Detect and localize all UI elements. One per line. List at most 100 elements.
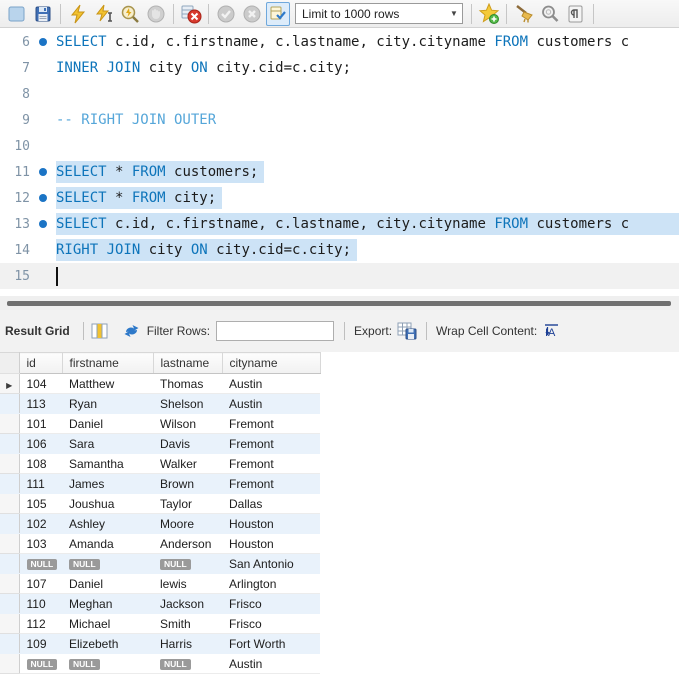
cell-lastname[interactable]: NULL [153, 554, 222, 574]
cell-id[interactable]: 111 [19, 474, 62, 494]
cell-lastname[interactable]: Davis [153, 434, 222, 454]
row-selector[interactable] [0, 494, 19, 514]
cell-id[interactable]: 108 [19, 454, 62, 474]
row-selector[interactable] [0, 594, 19, 614]
cell-cityname[interactable]: Fort Worth [222, 634, 320, 654]
cell-firstname[interactable]: Samantha [62, 454, 153, 474]
row-selector-header[interactable] [0, 353, 19, 374]
row-selector[interactable] [0, 654, 19, 674]
execute-icon[interactable] [66, 2, 90, 26]
column-header-firstname[interactable]: firstname [62, 353, 153, 374]
editor-line-14[interactable]: 14RIGHT JOIN city ON city.cid=c.city; [0, 237, 679, 263]
cell-firstname[interactable]: Amanda [62, 534, 153, 554]
cell-lastname[interactable]: Walker [153, 454, 222, 474]
filter-rows-input[interactable] [216, 321, 334, 341]
editor-line-10[interactable]: 10 [0, 133, 679, 159]
cell-id[interactable]: 109 [19, 634, 62, 654]
save-icon[interactable] [31, 2, 55, 26]
cell-id[interactable]: 107 [19, 574, 62, 594]
panel-splitter-handle[interactable] [7, 301, 671, 306]
find-icon[interactable] [538, 2, 562, 26]
cell-id[interactable]: 110 [19, 594, 62, 614]
cell-lastname[interactable]: Shelson [153, 394, 222, 414]
cell-cityname[interactable]: Frisco [222, 594, 320, 614]
grid-icon[interactable] [89, 321, 111, 341]
cell-id[interactable]: 103 [19, 534, 62, 554]
row-selector[interactable] [0, 414, 19, 434]
refresh-icon[interactable] [121, 321, 143, 341]
cell-id[interactable]: 102 [19, 514, 62, 534]
cell-cityname[interactable]: Fremont [222, 414, 320, 434]
cell-cityname[interactable]: Frisco [222, 614, 320, 634]
wrap-cell-icon[interactable]: IA [541, 321, 563, 341]
cell-firstname[interactable]: Michael [62, 614, 153, 634]
table-row[interactable]: 101DanielWilsonFremont [0, 414, 320, 434]
sql-editor[interactable]: 6SELECT c.id, c.firstname, c.lastname, c… [0, 29, 679, 296]
cell-firstname[interactable]: Ryan [62, 394, 153, 414]
editor-line-7[interactable]: 7INNER JOIN city ON city.cid=c.city; [0, 55, 679, 81]
cell-id[interactable]: NULL [19, 554, 62, 574]
table-row[interactable]: 108SamanthaWalkerFremont [0, 454, 320, 474]
editor-line-11[interactable]: 11SELECT * FROM customers; [0, 159, 679, 185]
new-file-icon[interactable] [5, 2, 29, 26]
cell-firstname[interactable]: NULL [62, 554, 153, 574]
cell-cityname[interactable]: Austin [222, 654, 320, 674]
table-row[interactable]: NULLNULLNULLSan Antonio [0, 554, 320, 574]
cell-cityname[interactable]: San Antonio [222, 554, 320, 574]
cell-firstname[interactable]: Ashley [62, 514, 153, 534]
table-row[interactable]: 105JoushuaTaylorDallas [0, 494, 320, 514]
cell-id[interactable]: NULL [19, 654, 62, 674]
cell-firstname[interactable]: Joushua [62, 494, 153, 514]
table-row[interactable]: 111JamesBrownFremont [0, 474, 320, 494]
cell-lastname[interactable]: Taylor [153, 494, 222, 514]
column-header-cityname[interactable]: cityname [222, 353, 320, 374]
column-header-lastname[interactable]: lastname [153, 353, 222, 374]
row-selector[interactable] [0, 394, 19, 414]
row-selector[interactable] [0, 554, 19, 574]
stop-on-error-icon[interactable] [179, 2, 203, 26]
cell-firstname[interactable]: Elizebeth [62, 634, 153, 654]
beautify-icon[interactable] [512, 2, 536, 26]
row-selector[interactable] [0, 634, 19, 654]
cell-lastname[interactable]: Anderson [153, 534, 222, 554]
table-row[interactable]: 113RyanShelsonAustin [0, 394, 320, 414]
table-row[interactable]: 112MichaelSmithFrisco [0, 614, 320, 634]
row-selector[interactable] [0, 474, 19, 494]
cell-firstname[interactable]: NULL [62, 654, 153, 674]
cell-lastname[interactable]: Thomas [153, 374, 222, 394]
cell-cityname[interactable]: Houston [222, 514, 320, 534]
row-selector[interactable] [0, 534, 19, 554]
explain-icon[interactable] [118, 2, 142, 26]
cell-lastname[interactable]: Wilson [153, 414, 222, 434]
cell-id[interactable]: 105 [19, 494, 62, 514]
table-row[interactable]: 102AshleyMooreHouston [0, 514, 320, 534]
cell-id[interactable]: 112 [19, 614, 62, 634]
cell-lastname[interactable]: Harris [153, 634, 222, 654]
editor-line-12[interactable]: 12SELECT * FROM city; [0, 185, 679, 211]
export-save-icon[interactable] [396, 321, 418, 341]
table-row[interactable]: NULLNULLNULLAustin [0, 654, 320, 674]
cell-firstname[interactable]: Matthew [62, 374, 153, 394]
editor-line-6[interactable]: 6SELECT c.id, c.firstname, c.lastname, c… [0, 29, 679, 55]
editor-line-15[interactable]: 15 [0, 263, 679, 289]
cell-lastname[interactable]: Smith [153, 614, 222, 634]
cell-id[interactable]: 101 [19, 414, 62, 434]
table-row[interactable]: 109ElizebethHarrisFort Worth [0, 634, 320, 654]
cell-id[interactable]: 113 [19, 394, 62, 414]
table-row[interactable]: 107DaniellewisArlington [0, 574, 320, 594]
add-snippet-icon[interactable] [477, 2, 501, 26]
cell-cityname[interactable]: Arlington [222, 574, 320, 594]
editor-line-9[interactable]: 9-- RIGHT JOIN OUTER [0, 107, 679, 133]
cell-cityname[interactable]: Austin [222, 374, 320, 394]
limit-rows-dropdown[interactable]: Limit to 1000 rows ▼ [295, 3, 463, 24]
row-selector[interactable] [0, 574, 19, 594]
cell-cityname[interactable]: Houston [222, 534, 320, 554]
cell-cityname[interactable]: Austin [222, 394, 320, 414]
column-header-id[interactable]: id [19, 353, 62, 374]
execute-current-icon[interactable] [92, 2, 116, 26]
editor-line-8[interactable]: 8 [0, 81, 679, 107]
autocommit-icon[interactable] [266, 2, 290, 26]
cell-lastname[interactable]: lewis [153, 574, 222, 594]
cell-id[interactable]: 104 [19, 374, 62, 394]
cell-lastname[interactable]: Jackson [153, 594, 222, 614]
